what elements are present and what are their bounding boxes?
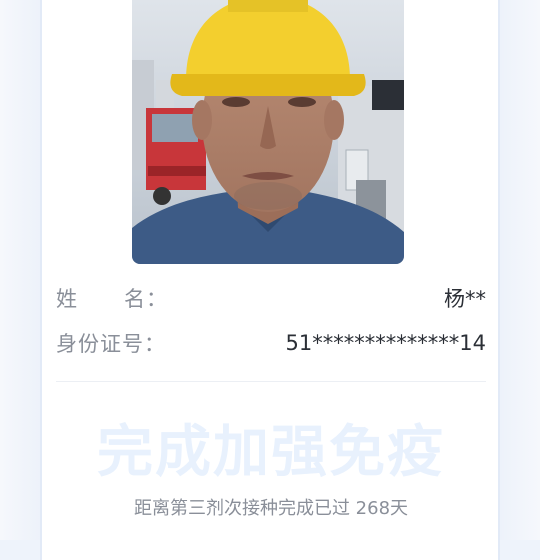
profile-photo xyxy=(132,0,404,264)
left-margin xyxy=(0,0,40,540)
name-row: 姓 名： 杨** xyxy=(56,283,486,313)
name-value: 杨** xyxy=(444,287,486,311)
id-number-value: 51**************14 xyxy=(285,331,486,355)
id-number-row: 身份证号： 51**************14 xyxy=(56,328,486,358)
right-margin xyxy=(500,0,540,540)
vaccination-status-title: 完成加强免疫 xyxy=(97,420,445,485)
vaccination-days-since-text: 距离第三剂次接种完成已过 268天 xyxy=(133,498,409,519)
divider xyxy=(56,381,486,382)
id-number-label: 身份证号： xyxy=(56,332,166,356)
name-label: 姓 名： xyxy=(56,287,169,311)
